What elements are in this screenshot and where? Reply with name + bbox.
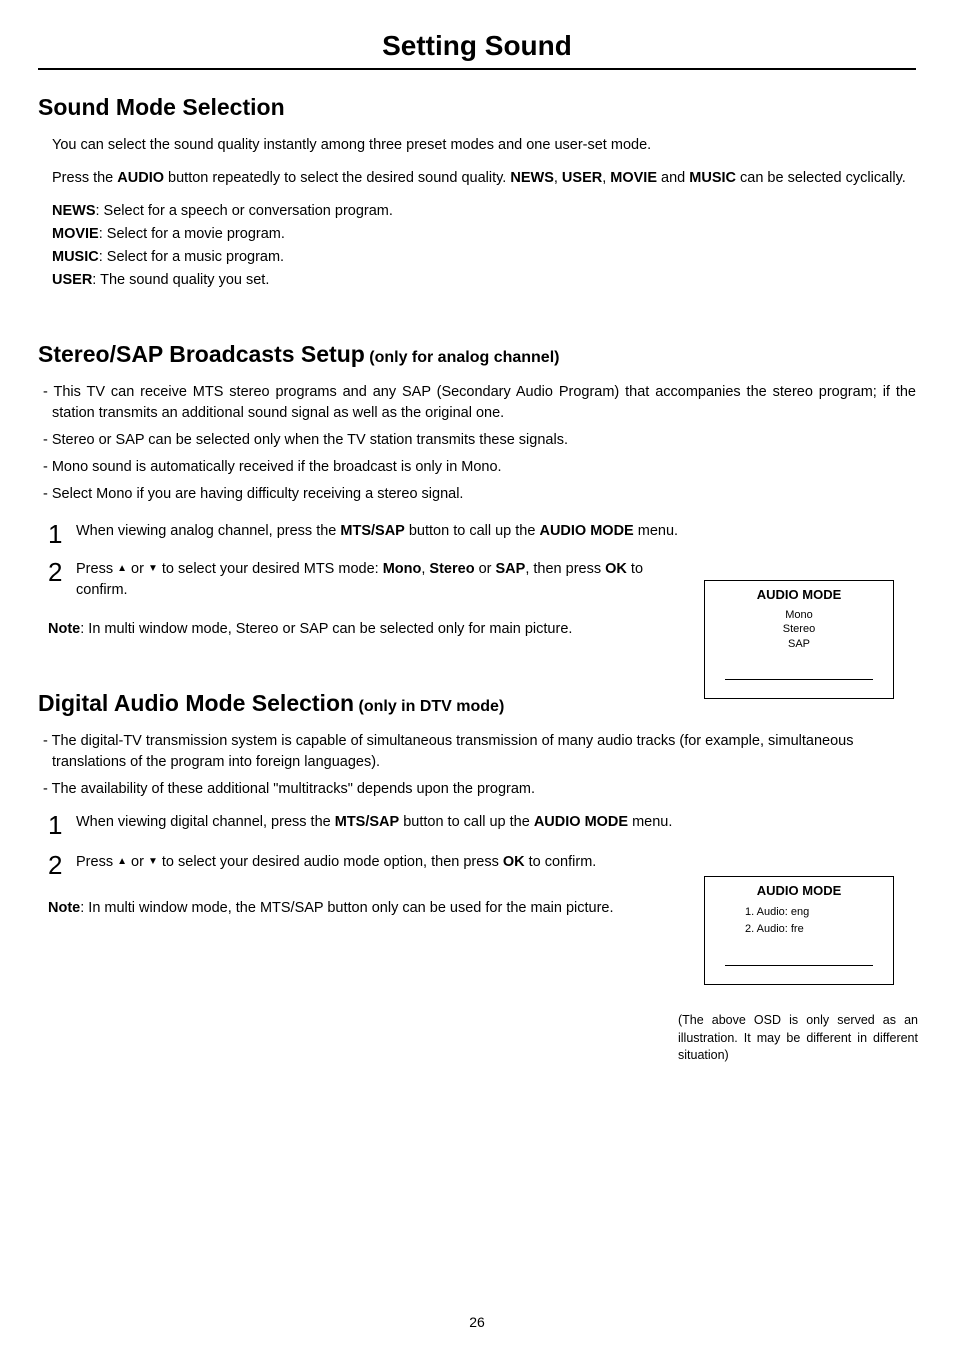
heading-text: Digital Audio Mode Selection: [38, 690, 354, 716]
text-fragment: button repeatedly to select the desired …: [164, 170, 510, 186]
music-label: MUSIC: [689, 170, 736, 186]
mode-desc: : Select for a movie program.: [99, 226, 285, 242]
mono-label: Mono: [383, 561, 422, 577]
mode-name: MOVIE: [52, 226, 99, 242]
text-fragment: Press: [76, 561, 117, 577]
heading-sub: (only in DTV mode): [354, 698, 504, 715]
mode-desc: : The sound quality you set.: [92, 272, 269, 288]
osd-item: Mono: [715, 608, 883, 622]
step-text: When viewing analog channel, press the M…: [76, 521, 688, 542]
osd-title: AUDIO MODE: [715, 587, 883, 602]
step-1: 1 When viewing analog channel, press the…: [48, 521, 688, 547]
step-number: 2: [48, 559, 66, 585]
audiomode-label: AUDIO MODE: [534, 814, 628, 830]
text-fragment: can be selected cyclically.: [736, 170, 906, 186]
text-fragment: When viewing digital channel, press the: [76, 814, 335, 830]
ok-label: OK: [503, 854, 525, 870]
page-title: Setting Sound: [38, 30, 916, 70]
text-fragment: button to call up the: [405, 523, 540, 539]
dash-item: - The digital-TV transmission system is …: [38, 731, 916, 773]
text-fragment: , then press: [525, 561, 605, 577]
mode-line: MUSIC: Select for a music program.: [38, 247, 916, 268]
mode-line: USER: The sound quality you set.: [38, 270, 916, 291]
mode-name: NEWS: [52, 203, 96, 219]
dash-item: - The availability of these additional "…: [38, 779, 678, 800]
step-number: 1: [48, 812, 66, 838]
step-2: 2 Press ▲ or ▼ to select your desired MT…: [48, 559, 688, 601]
user-label: USER: [562, 170, 602, 186]
down-arrow-icon: ▼: [148, 856, 158, 867]
audio-label: AUDIO: [117, 170, 164, 186]
text-fragment: Press the: [52, 170, 117, 186]
osd-caption: (The above OSD is only served as an illu…: [678, 1012, 918, 1065]
mode-name: MUSIC: [52, 249, 99, 265]
note-label: Note: [48, 621, 80, 637]
stereo-label: Stereo: [429, 561, 474, 577]
text-fragment: or: [475, 561, 496, 577]
note: Note: In multi window mode, Stereo or SA…: [48, 619, 688, 640]
text-fragment: to select your desired MTS mode:: [158, 561, 383, 577]
osd-item: SAP: [715, 637, 883, 651]
step-number: 2: [48, 852, 66, 878]
text-fragment: to confirm.: [525, 854, 597, 870]
sap-label: SAP: [496, 561, 526, 577]
note-body: : In multi window mode, the MTS/SAP butt…: [80, 900, 613, 916]
mode-desc: : Select for a music program.: [99, 249, 284, 265]
text-fragment: Press: [76, 854, 117, 870]
text-fragment: and: [657, 170, 689, 186]
dash-item: - This TV can receive MTS stereo program…: [38, 382, 916, 424]
press-instruction: Press the AUDIO button repeatedly to sel…: [38, 168, 916, 189]
osd-audio-mode-digital: AUDIO MODE 1. Audio: eng 2. Audio: fre: [704, 876, 894, 985]
note: Note: In multi window mode, the MTS/SAP …: [48, 898, 688, 919]
text-fragment: ,: [554, 170, 562, 186]
section-sound-mode: Sound Mode Selection You can select the …: [38, 94, 916, 291]
osd-title: AUDIO MODE: [715, 883, 883, 898]
text-fragment: When viewing analog channel, press the: [76, 523, 340, 539]
text-fragment: menu.: [628, 814, 672, 830]
mtssap-label: MTS/SAP: [340, 523, 404, 539]
step-number: 1: [48, 521, 66, 547]
audiomode-label: AUDIO MODE: [539, 523, 633, 539]
page-number: 26: [0, 1314, 954, 1330]
heading-sub: (only for analog channel): [365, 349, 560, 366]
text-fragment: or: [127, 854, 148, 870]
mode-line: NEWS: Select for a speech or conversatio…: [38, 201, 916, 222]
note-body: : In multi window mode, Stereo or SAP ca…: [80, 621, 572, 637]
step-2: 2 Press ▲ or ▼ to select your desired au…: [48, 852, 688, 878]
step-1: 1 When viewing digital channel, press th…: [48, 812, 688, 838]
dash-item: - Stereo or SAP can be selected only whe…: [38, 430, 916, 451]
osd-item: 1. Audio: eng: [715, 904, 883, 921]
heading-stereo-sap: Stereo/SAP Broadcasts Setup (only for an…: [38, 341, 916, 368]
text-fragment: to select your desired audio mode option…: [158, 854, 503, 870]
heading-text: Stereo/SAP Broadcasts Setup: [38, 341, 365, 367]
heading-sound-mode: Sound Mode Selection: [38, 94, 916, 121]
mode-name: USER: [52, 272, 92, 288]
step-text: Press ▲ or ▼ to select your desired audi…: [76, 852, 688, 873]
mtssap-label: MTS/SAP: [335, 814, 399, 830]
note-label: Note: [48, 900, 80, 916]
step-text: When viewing digital channel, press the …: [76, 812, 688, 833]
down-arrow-icon: ▼: [148, 563, 158, 574]
text-fragment: menu.: [634, 523, 678, 539]
osd-divider: [725, 679, 873, 680]
up-arrow-icon: ▲: [117, 563, 127, 574]
text-fragment: button to call up the: [399, 814, 534, 830]
osd-item: 2. Audio: fre: [715, 921, 883, 938]
dash-item: - Select Mono if you are having difficul…: [38, 484, 916, 505]
dash-item: - Mono sound is automatically received i…: [38, 457, 916, 478]
intro-text: You can select the sound quality instant…: [38, 135, 916, 156]
osd-audio-mode-analog: AUDIO MODE Mono Stereo SAP: [704, 580, 894, 699]
osd-item: Stereo: [715, 622, 883, 636]
mode-desc: : Select for a speech or conversation pr…: [96, 203, 393, 219]
mode-line: MOVIE: Select for a movie program.: [38, 224, 916, 245]
step-text: Press ▲ or ▼ to select your desired MTS …: [76, 559, 688, 601]
news-label: NEWS: [510, 170, 554, 186]
up-arrow-icon: ▲: [117, 856, 127, 867]
text-fragment: or: [127, 561, 148, 577]
ok-label: OK: [605, 561, 627, 577]
movie-label: MOVIE: [610, 170, 657, 186]
osd-divider: [725, 965, 873, 966]
